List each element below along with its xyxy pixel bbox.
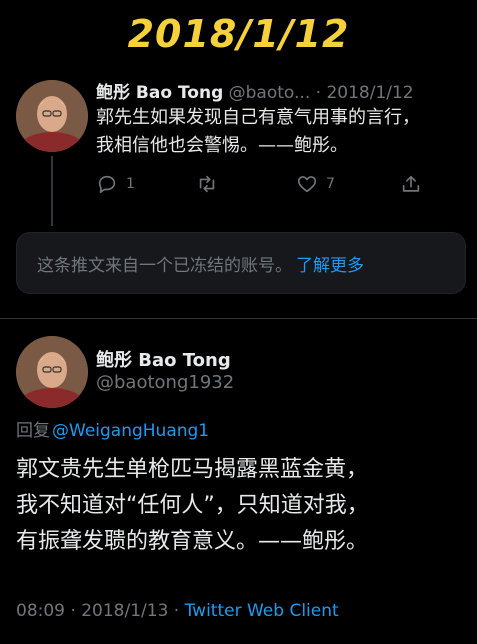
tweet2-metadata: 08:09 · 2018/1/13 · Twitter Web Client	[16, 601, 339, 621]
tweet2-text-line: 我不知道对“任何人”，只知道对我，	[16, 493, 369, 518]
reply-icon	[98, 175, 116, 194]
retweet-button[interactable]	[196, 173, 296, 195]
frozen-account-notice: 这条推文来自一个已冻结的账号。 了解更多	[16, 232, 466, 294]
tweet1-handle[interactable]: @baoto...	[229, 83, 311, 103]
reply-button[interactable]: 1	[96, 173, 196, 195]
reply-prefix: 回复	[16, 421, 50, 441]
replying-to: 回复 @WeigangHuang1	[16, 416, 209, 441]
tweet1-text-line: 郭先生如果发现自己有意气用事的言行，	[96, 107, 420, 128]
avatar-portrait-icon	[16, 336, 88, 408]
reply-count: 1	[126, 176, 135, 192]
tweet2-text-line: 郭文贵先生单枪匹马揭露黑蓝金黄，	[16, 457, 369, 482]
tweet2-text: 郭文贵先生单枪匹马揭露黑蓝金黄， 我不知道对“任何人”，只知道对我， 有振聋发聩…	[16, 452, 468, 560]
share-icon	[402, 175, 420, 192]
tweet1-separator: ·	[310, 83, 327, 103]
tweet2-text-line: 有振聋发聩的教育意义。——鲍彤。	[16, 529, 369, 554]
like-button[interactable]: 7	[296, 173, 400, 195]
tweet2-client-link[interactable]: Twitter Web Client	[185, 601, 339, 621]
tweet2-time[interactable]: 08:09	[16, 601, 65, 621]
tweet-divider	[0, 318, 477, 319]
avatar[interactable]	[16, 80, 88, 152]
tweet1-author-name[interactable]: 鲍彤 Bao Tong	[96, 83, 223, 103]
tweet1-action-bar: 1 7	[96, 170, 436, 198]
learn-more-link[interactable]: 了解更多	[296, 251, 364, 276]
tweet1-header: 鲍彤 Bao Tong @baoto... · 2018/1/12	[96, 78, 466, 103]
reply-mention-link[interactable]: @WeigangHuang1	[52, 421, 209, 441]
tweet2-author-name[interactable]: 鲍彤 Bao Tong	[96, 346, 231, 372]
thread-connector-line	[51, 156, 53, 226]
tweet2-handle[interactable]: @baotong1932	[96, 372, 234, 393]
tweet1-text-line: 我相信他也会警惕。——鲍彤。	[96, 135, 348, 156]
like-icon	[297, 176, 317, 193]
meta-separator: ·	[65, 601, 82, 621]
like-count: 7	[326, 176, 335, 192]
share-button[interactable]	[400, 173, 422, 195]
tweet2-date[interactable]: 2018/1/13	[81, 601, 168, 621]
avatar-portrait-icon	[16, 80, 88, 152]
tweet1-text: 郭先生如果发现自己有意气用事的言行， 我相信他也会警惕。——鲍彤。	[96, 104, 468, 160]
meta-separator: ·	[168, 601, 185, 621]
frozen-notice-text: 这条推文来自一个已冻结的账号。	[37, 255, 292, 276]
retweet-icon	[199, 175, 215, 193]
date-banner: 2018/1/12	[127, 12, 350, 56]
tweet1-date[interactable]: 2018/1/12	[326, 83, 413, 103]
avatar[interactable]	[16, 336, 88, 408]
